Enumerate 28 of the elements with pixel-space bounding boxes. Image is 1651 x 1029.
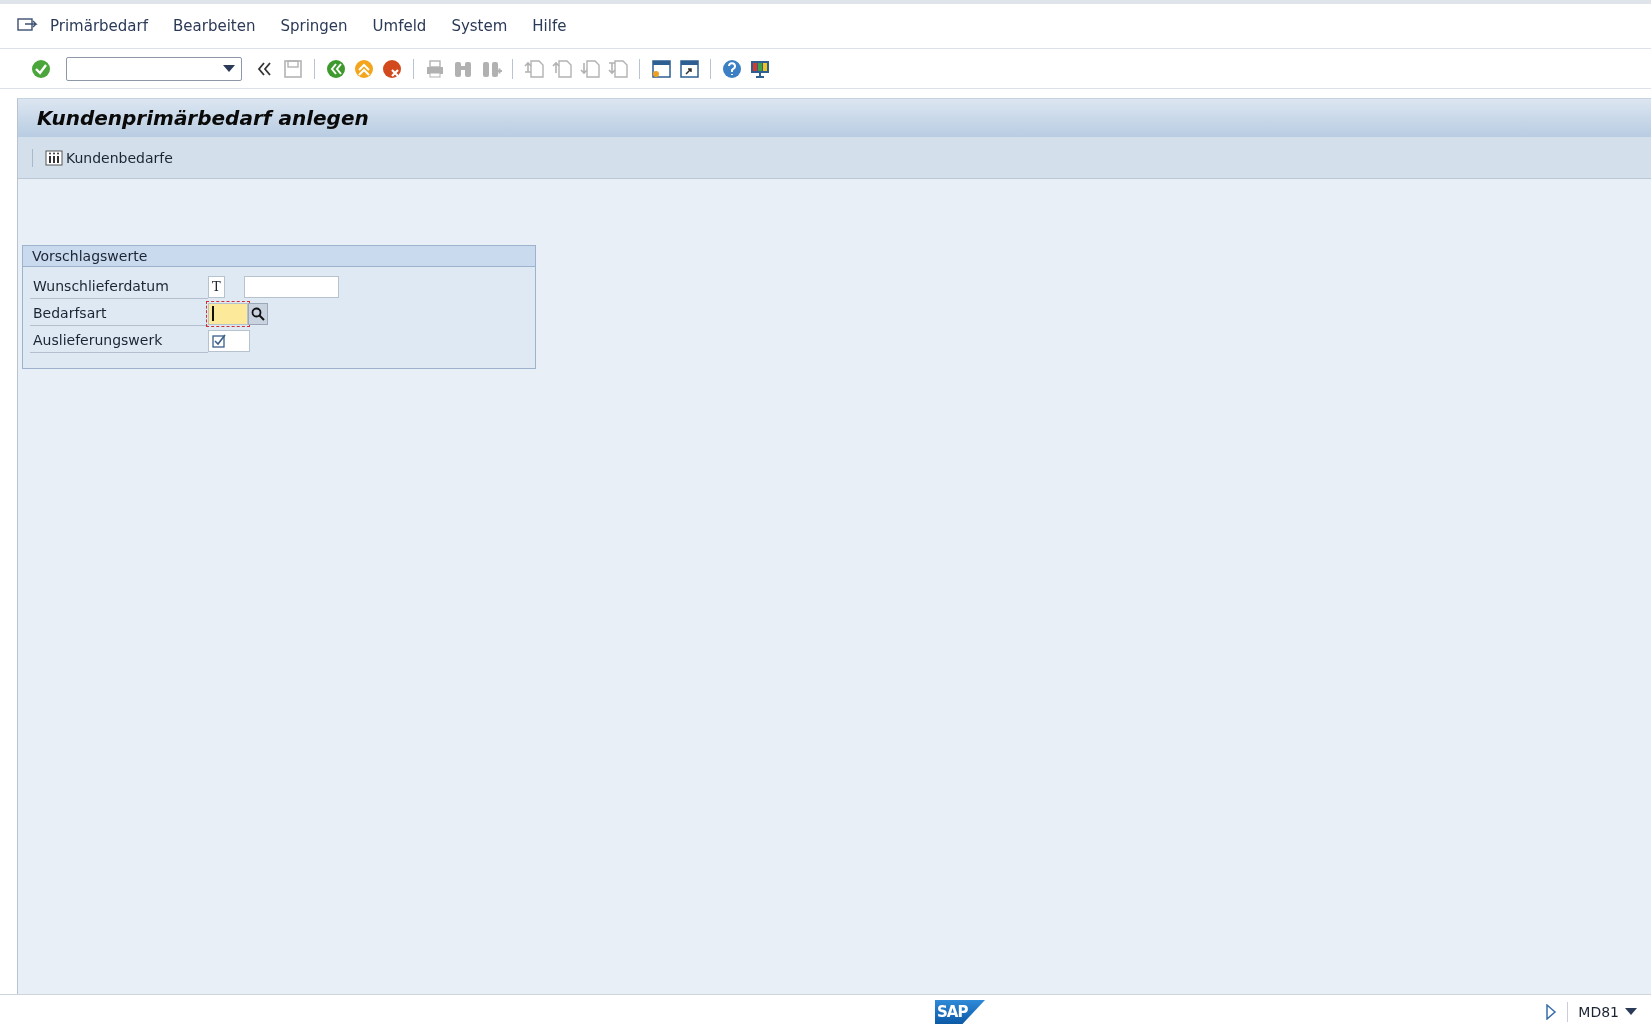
- help-icon[interactable]: [721, 57, 743, 80]
- group-title: Vorschlagswerte: [32, 248, 148, 264]
- screen-title: Kundenprimärbedarf anlegen: [18, 99, 1651, 137]
- dropdown-caret-icon: [1625, 1008, 1637, 1016]
- columns-icon: [45, 149, 63, 166]
- input-field[interactable]: [208, 302, 248, 325]
- command-field[interactable]: [66, 56, 242, 81]
- toolbar-button[interactable]: Kundenbedarfe: [43, 147, 175, 168]
- menu-item[interactable]: Springen: [268, 17, 360, 35]
- menu-item[interactable]: Primärbedarf: [38, 17, 160, 35]
- dropdown-caret-icon[interactable]: [223, 64, 235, 73]
- search-icon: [251, 306, 265, 321]
- transaction-dropdown[interactable]: MD81: [1578, 1004, 1637, 1020]
- search-help-button[interactable]: [248, 302, 268, 325]
- checkmark-icon: [212, 333, 226, 348]
- date-type-field[interactable]: T: [208, 275, 225, 298]
- sap-logo: SAP: [935, 1000, 985, 1024]
- back-icon[interactable]: [325, 57, 347, 80]
- enter-icon[interactable]: [30, 57, 52, 80]
- expand-triangle-icon[interactable]: [1545, 1004, 1558, 1020]
- menu-item[interactable]: Bearbeiten: [161, 17, 268, 35]
- menu-item[interactable]: System: [439, 17, 520, 35]
- cancel-icon[interactable]: [381, 57, 403, 80]
- menu-item[interactable]: Hilfe: [520, 17, 579, 35]
- date-input-field[interactable]: [244, 275, 339, 298]
- up-chevron-icon[interactable]: [353, 57, 375, 80]
- menu-item[interactable]: Umfeld: [360, 17, 439, 35]
- checkbox[interactable]: [208, 329, 250, 352]
